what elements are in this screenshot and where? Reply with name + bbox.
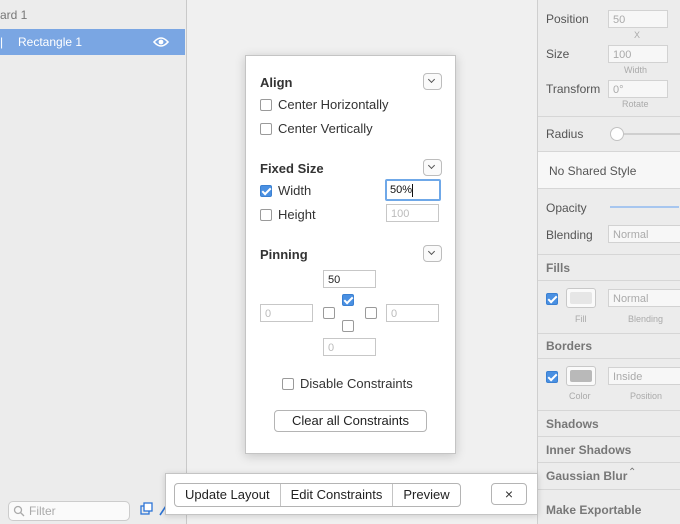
transform-label: Transform <box>546 82 601 96</box>
fill-color-swatch[interactable] <box>566 288 596 308</box>
filter-placeholder: Filter <box>29 504 56 518</box>
opacity-label: Opacity <box>546 201 587 215</box>
rotate-field[interactable]: 0° <box>608 80 668 98</box>
pin-right-checkbox[interactable] <box>365 307 377 319</box>
divider <box>538 436 680 437</box>
updown-chevron-icon[interactable]: ⌃ <box>628 467 636 478</box>
fill-blend-sub: Blending <box>628 314 664 324</box>
divider <box>538 489 680 490</box>
fill-color-chip <box>570 292 592 304</box>
width-checkbox[interactable] <box>260 185 272 197</box>
divider <box>538 410 680 411</box>
borders-header[interactable]: Borders <box>546 339 592 353</box>
height-label: Height <box>278 207 316 222</box>
border-color-sub: Color <box>569 391 591 401</box>
disable-constraints-label: Disable Constraints <box>300 376 413 391</box>
copy-layers-icon[interactable] <box>140 502 154 516</box>
fixed-size-collapse-chevron-icon[interactable] <box>423 159 442 176</box>
center-vertically-checkbox[interactable] <box>260 123 272 135</box>
toolbar-segmented-control: Update Layout Edit Constraints Preview <box>174 483 461 507</box>
fills-header[interactable]: Fills <box>546 261 570 275</box>
height-checkbox[interactable] <box>260 209 272 221</box>
blending-select[interactable]: Normal <box>608 225 680 243</box>
pin-bottom-input[interactable]: 0 <box>323 338 376 356</box>
close-button[interactable]: × <box>491 483 527 505</box>
center-vertically-label: Center Vertically <box>278 121 373 136</box>
shadows-header[interactable]: Shadows <box>546 417 599 431</box>
fill-sub: Fill <box>575 314 587 324</box>
pin-left-input[interactable]: 0 <box>260 304 313 322</box>
border-enabled-checkbox[interactable] <box>546 371 558 383</box>
pinning-title: Pinning <box>260 247 308 262</box>
eye-icon[interactable] <box>153 36 169 48</box>
artboard-row[interactable]: ard 1 <box>0 2 185 28</box>
fill-blend-select[interactable]: Normal <box>608 289 680 307</box>
divider <box>538 254 680 255</box>
position-x-sub: X <box>634 30 641 40</box>
shared-style-label: No Shared Style <box>549 164 637 178</box>
divider <box>538 462 680 463</box>
edit-constraints-button[interactable]: Edit Constraints <box>281 484 394 506</box>
radius-slider-knob[interactable] <box>610 127 624 141</box>
divider <box>538 116 680 117</box>
width-sub: Width <box>624 65 648 75</box>
artboard-label: ard 1 <box>0 8 28 22</box>
divider <box>538 358 680 359</box>
radius-label: Radius <box>546 127 584 141</box>
fixed-size-title: Fixed Size <box>260 161 324 176</box>
align-collapse-chevron-icon[interactable] <box>423 73 442 90</box>
layer-type-icon: | <box>0 35 4 49</box>
size-label: Size <box>546 47 570 61</box>
border-color-chip <box>570 370 592 382</box>
width-label: Width <box>278 183 312 198</box>
width-input[interactable]: 50% <box>385 179 441 201</box>
inspector-panel: Position 50 X Size 100 Width Transform 0… <box>537 0 680 524</box>
width-field[interactable]: 100 <box>608 45 668 63</box>
pin-left-checkbox[interactable] <box>323 307 335 319</box>
clear-all-constraints-button[interactable]: Clear all Constraints <box>274 410 427 432</box>
center-horizontally-label: Center Horizontally <box>278 97 389 112</box>
divider <box>538 280 680 281</box>
divider <box>538 333 680 334</box>
pin-top-input[interactable]: 50 <box>323 270 376 288</box>
position-x-field[interactable]: 50 <box>608 10 668 28</box>
gaussian-blur-header[interactable]: Gaussian Blur <box>546 469 627 483</box>
align-title: Align <box>260 75 293 90</box>
update-layout-button[interactable]: Update Layout <box>175 484 281 506</box>
blending-label: Blending <box>546 228 593 242</box>
pin-right-input[interactable]: 0 <box>386 304 439 322</box>
preview-button[interactable]: Preview <box>393 484 459 506</box>
pin-bottom-checkbox[interactable] <box>342 320 354 332</box>
constraints-toolbar: Update Layout Edit Constraints Preview × <box>165 473 538 515</box>
position-label: Position <box>546 12 589 26</box>
border-color-swatch[interactable] <box>566 366 596 386</box>
disable-constraints-checkbox[interactable] <box>282 378 294 390</box>
height-input[interactable]: 100 <box>386 204 439 222</box>
search-icon <box>13 505 25 517</box>
opacity-slider[interactable] <box>610 206 679 208</box>
border-position-select[interactable]: Inside <box>608 367 680 385</box>
layer-label: Rectangle 1 <box>18 35 83 49</box>
layer-list-panel: ard 1 | Rectangle 1 Filter <box>0 0 187 524</box>
layer-row-rectangle[interactable]: | Rectangle 1 <box>0 29 185 55</box>
constraints-popover: Align Center Horizontally Center Vertica… <box>245 55 456 454</box>
center-horizontally-checkbox[interactable] <box>260 99 272 111</box>
filter-input[interactable]: Filter <box>8 501 130 521</box>
pin-top-checkbox[interactable] <box>342 294 354 306</box>
rotate-sub: Rotate <box>622 99 649 109</box>
make-exportable-button[interactable]: Make Exportable <box>546 503 641 517</box>
border-position-sub: Position <box>630 391 663 401</box>
divider <box>538 188 680 189</box>
inner-shadows-header[interactable]: Inner Shadows <box>546 443 631 457</box>
fill-enabled-checkbox[interactable] <box>546 293 558 305</box>
width-input-value: 50% <box>390 184 413 196</box>
text-cursor <box>412 184 413 197</box>
pinning-collapse-chevron-icon[interactable] <box>423 245 442 262</box>
shared-style-select[interactable]: No Shared Style <box>538 152 680 188</box>
